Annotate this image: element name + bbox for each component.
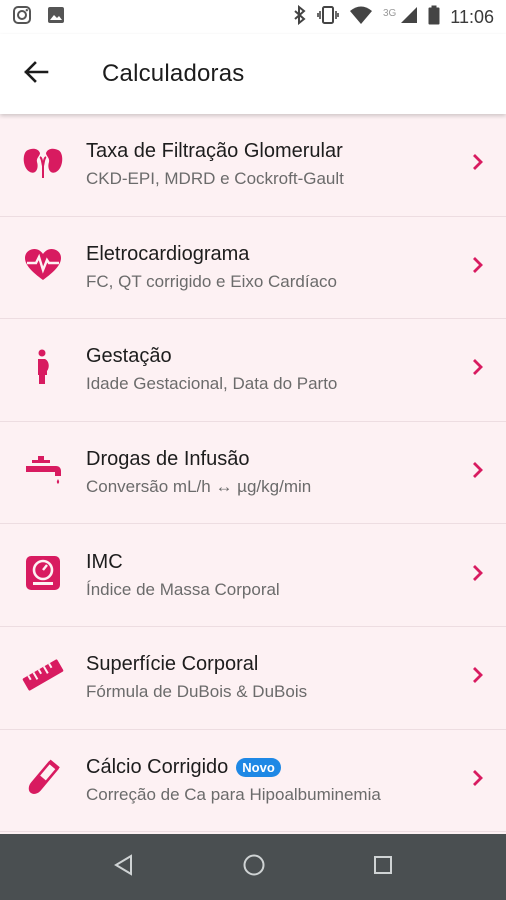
- network-type: 3G: [382, 7, 397, 19]
- chevron-right-icon: [471, 460, 485, 485]
- list-item-imc[interactable]: IMC Índice de Massa Corporal: [0, 524, 506, 627]
- list-item-taxa-filtracao[interactable]: Taxa de Filtração Glomerular CKD-EPI, MD…: [0, 114, 506, 217]
- home-nav-icon[interactable]: [242, 853, 266, 882]
- chevron-right-icon: [471, 768, 485, 793]
- status-time: 11:06: [450, 6, 494, 27]
- battery-icon: [428, 5, 440, 30]
- page-title: Calculadoras: [102, 60, 245, 87]
- item-title: Cálcio Corrigido Novo: [86, 756, 450, 779]
- item-title: Drogas de Infusão: [86, 448, 250, 471]
- system-nav-bar: [0, 834, 506, 900]
- bluetooth-icon: [293, 4, 307, 30]
- chevron-right-icon: [471, 665, 485, 690]
- instagram-icon: [12, 5, 32, 30]
- new-badge: Novo: [236, 757, 281, 777]
- pregnant-woman-icon: [33, 349, 53, 390]
- item-title: Gestação: [86, 345, 172, 368]
- image-icon: [46, 5, 66, 30]
- item-subtitle: Correção de Ca para Hipoalbuminemia: [86, 784, 381, 804]
- status-bar: 3G 11:06: [0, 0, 506, 34]
- app-bar: Calculadoras: [0, 34, 506, 114]
- chevron-right-icon: [471, 152, 485, 177]
- scale-icon: [25, 555, 61, 596]
- arrow-back-icon: [23, 60, 49, 89]
- item-title: Taxa de Filtração Glomerular: [86, 140, 343, 163]
- item-subtitle: Índice de Massa Corporal: [86, 579, 280, 599]
- wifi-icon: [349, 5, 373, 30]
- recents-nav-icon[interactable]: [373, 855, 393, 880]
- list-item-eletrocardiograma[interactable]: Eletrocardiograma FC, QT corrigido e Eix…: [0, 216, 506, 320]
- list-item-superficie-corporal[interactable]: Superfície Corporal Fórmula de DuBois & …: [0, 626, 506, 730]
- ruler-icon: [22, 658, 64, 697]
- item-subtitle: Idade Gestacional, Data do Parto: [86, 374, 338, 394]
- item-subtitle: FC, QT corrigido e Eixo Cardíaco: [86, 271, 337, 291]
- back-nav-icon[interactable]: [113, 853, 135, 881]
- item-title-text: Cálcio Corrigido: [86, 755, 229, 778]
- chevron-right-icon: [471, 357, 485, 382]
- faucet-icon: [24, 454, 62, 491]
- list-item-drogas-infusao[interactable]: Drogas de Infusão Conversão mL/h ↔ µg/kg…: [0, 421, 506, 525]
- signal-icon: [400, 6, 418, 29]
- back-button[interactable]: [0, 34, 72, 114]
- list-item-gestacao[interactable]: Gestação Idade Gestacional, Data do Part…: [0, 319, 506, 422]
- chevron-right-icon: [471, 563, 485, 588]
- list-item-calcio-corrigido[interactable]: Cálcio Corrigido Novo Correção de Ca par…: [0, 729, 506, 833]
- kidneys-icon: [22, 144, 64, 185]
- item-title: IMC: [86, 550, 123, 573]
- item-subtitle: Conversão mL/h ↔ µg/kg/min: [86, 477, 312, 497]
- item-subtitle: Fórmula de DuBois & DuBois: [86, 682, 308, 702]
- vibrate-icon: [317, 5, 339, 30]
- item-subtitle: CKD-EPI, MDRD e Cockroft-Gault: [86, 169, 344, 189]
- item-title: Eletrocardiograma: [86, 242, 250, 265]
- item-title: Superfície Corporal: [86, 653, 259, 676]
- calculator-list: Taxa de Filtração Glomerular CKD-EPI, MD…: [0, 114, 506, 834]
- heartbeat-icon: [24, 248, 62, 287]
- chevron-right-icon: [471, 255, 485, 280]
- test-tube-icon: [26, 759, 60, 802]
